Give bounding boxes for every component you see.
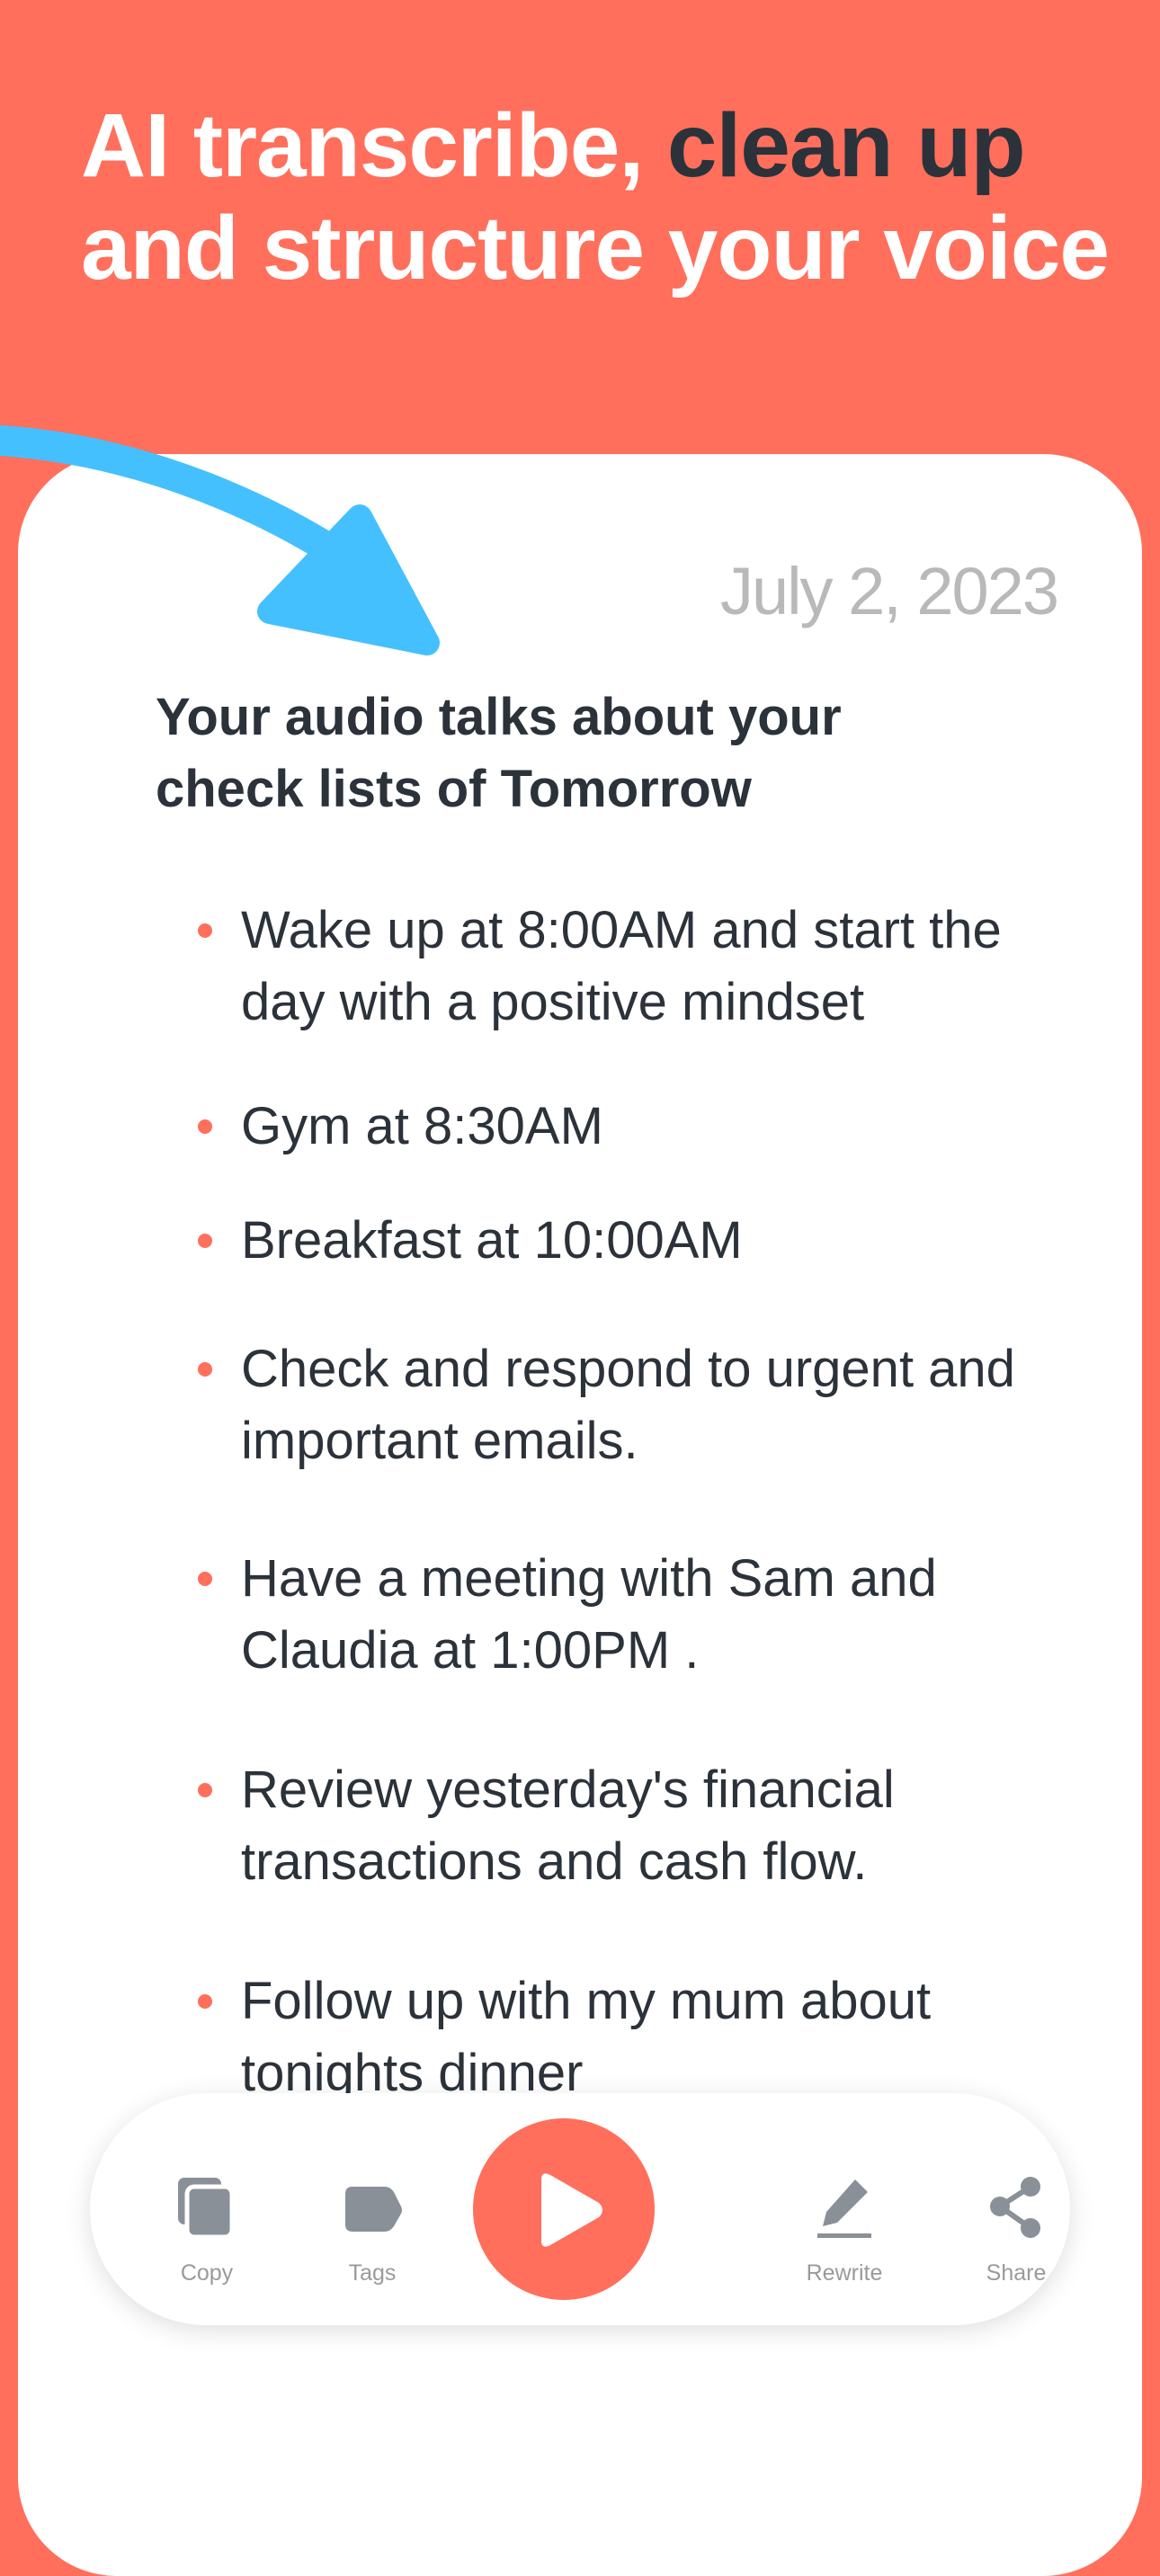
bullet-icon: [198, 1362, 212, 1377]
tags-button[interactable]: Tags: [305, 2093, 440, 2325]
play-icon: [541, 2173, 602, 2247]
checklist-item-text: Check and respond to urgent and importan…: [241, 1340, 1015, 1470]
tag-icon: [345, 2187, 402, 2232]
share-button[interactable]: Share: [949, 2093, 1084, 2325]
checklist-item: Have a meeting with Sam and Claudia at 1…: [198, 1543, 1032, 1687]
checklist-item: Breakfast at 10:00AM: [198, 1205, 1032, 1277]
checklist-item-text: Wake up at 8:00AM and start the day with…: [241, 901, 1002, 1031]
rewrite-button[interactable]: Rewrite: [777, 2093, 912, 2325]
play-button[interactable]: [473, 2118, 655, 2300]
action-toolbar: Copy Tags Rewrite Share: [90, 2093, 1070, 2325]
share-label: Share: [986, 2260, 1047, 2286]
bullet-icon: [198, 1994, 212, 2009]
tags-label: Tags: [348, 2260, 397, 2286]
checklist: Wake up at 8:00AM and start the day with…: [0, 0, 1160, 2095]
checklist-item-text: Have a meeting with Sam and Claudia at 1…: [241, 1549, 937, 1680]
copy-label: Copy: [180, 2260, 234, 2286]
copy-icon: [178, 2178, 235, 2240]
bullet-icon: [198, 923, 212, 938]
checklist-item: Gym at 8:30AM: [198, 1091, 1032, 1163]
checklist-item: Wake up at 8:00AM and start the day with…: [198, 895, 1032, 1038]
bullet-icon: [198, 1783, 212, 1797]
checklist-item-text: Breakfast at 10:00AM: [241, 1211, 743, 1270]
checklist-item: Review yesterday's financial transaction…: [198, 1754, 1032, 1898]
checklist-item-text: Review yesterday's financial transaction…: [241, 1760, 895, 1891]
share-icon: [990, 2177, 1040, 2238]
copy-button[interactable]: Copy: [139, 2093, 274, 2325]
checklist-item-text: Gym at 8:30AM: [241, 1097, 603, 1155]
checklist-item-text: Follow up with my mum about tonights din…: [241, 1972, 932, 2095]
checklist-item: Follow up with my mum about tonights din…: [198, 1965, 1032, 2095]
pencil-icon: [817, 2179, 871, 2238]
rewrite-label: Rewrite: [806, 2260, 883, 2286]
bullet-icon: [198, 1234, 212, 1248]
bullet-icon: [198, 1119, 212, 1134]
checklist-item: Check and respond to urgent and importan…: [198, 1333, 1032, 1477]
bullet-icon: [198, 1572, 212, 1586]
